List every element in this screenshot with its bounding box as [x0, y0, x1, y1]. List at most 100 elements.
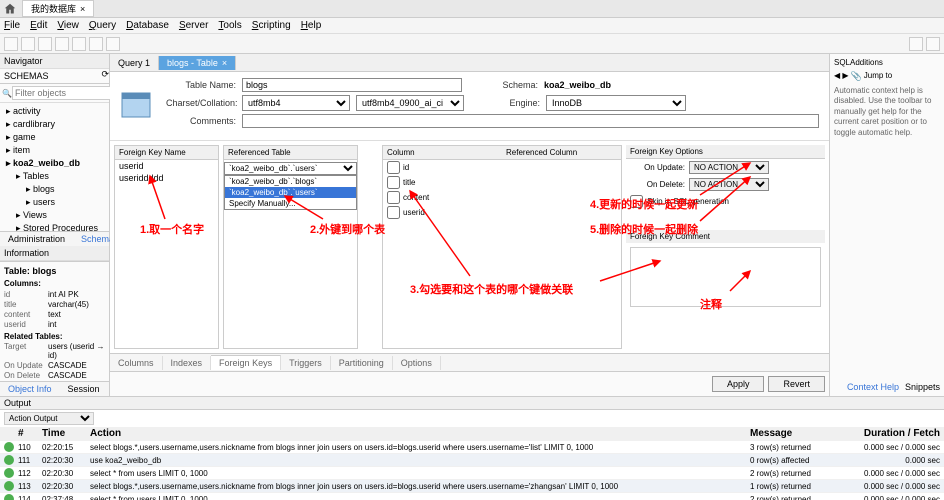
editor-area: Query 1 blogs - Table× Table Name: Schem…: [110, 54, 829, 396]
query-tabs: Query 1 blogs - Table×: [110, 54, 829, 72]
ref-table-select[interactable]: `koa2_weibo_db`.`users`: [224, 162, 357, 175]
home-icon[interactable]: [4, 3, 16, 15]
fk-col-row[interactable]: id: [383, 160, 621, 175]
fk-columns[interactable]: ColumnReferenced Column id title content…: [382, 145, 622, 349]
sql-additions-panel: SQLAdditions ◀ ▶📎Jump to Automatic conte…: [829, 54, 944, 396]
file-tab[interactable]: 我的数据库×: [22, 0, 94, 17]
menu-scripting[interactable]: Scripting: [252, 20, 291, 31]
button-row: Apply Revert: [110, 371, 829, 396]
ref-table-dropdown[interactable]: `koa2_weibo_db`.`blogs` `koa2_weibo_db`.…: [224, 175, 357, 210]
menu-help[interactable]: Help: [301, 20, 322, 31]
skip-sql-checkbox[interactable]: [630, 195, 643, 208]
fk-comment-input[interactable]: [630, 247, 821, 307]
on-delete-select[interactable]: NO ACTION: [689, 178, 769, 191]
tree-item[interactable]: ▸ Views: [2, 209, 107, 222]
menu-query[interactable]: Query: [89, 20, 116, 31]
navigator-header: Navigator: [0, 54, 109, 69]
charset-select[interactable]: utf8mb4: [242, 95, 350, 111]
fk-col-row[interactable]: content: [383, 190, 621, 205]
help-text: Automatic context help is disabled. Use …: [834, 86, 940, 138]
comments-input[interactable]: [242, 114, 819, 128]
subtab-foreign-keys[interactable]: Foreign Keys: [211, 355, 281, 370]
close-icon[interactable]: ×: [222, 58, 227, 68]
menubar: File Edit View Query Database Server Tools Scri…: [0, 18, 944, 34]
tree-item[interactable]: ▸ koa2_weibo_db: [2, 157, 107, 170]
success-icon: [4, 468, 14, 478]
title-bar: 我的数据库×: [0, 0, 944, 18]
toolbar-button[interactable]: [72, 37, 86, 51]
toolbar: [0, 34, 944, 54]
subtab-options[interactable]: Options: [393, 356, 441, 370]
table-subtabs: ColumnsIndexesForeign KeysTriggersPartit…: [110, 353, 829, 371]
tree-item[interactable]: ▸ users: [2, 196, 107, 209]
schema-name: koa2_weibo_db: [544, 80, 611, 90]
toolbar-button[interactable]: [4, 37, 18, 51]
subtab-triggers[interactable]: Triggers: [281, 356, 331, 370]
success-icon: [4, 481, 14, 491]
info-tab[interactable]: Object Info: [0, 382, 60, 396]
menu-tools[interactable]: Tools: [218, 20, 241, 31]
navigator-panel: Navigator SCHEMAS⟳ 🔍 ▸ activity▸ cardlib…: [0, 54, 110, 396]
menu-edit[interactable]: Edit: [30, 20, 47, 31]
menu-view[interactable]: View: [57, 20, 79, 31]
menu-file[interactable]: File: [4, 20, 20, 31]
subtab-indexes[interactable]: Indexes: [163, 356, 212, 370]
toolbar-button[interactable]: [106, 37, 120, 51]
fk-name-column[interactable]: Foreign Key Name userid useriddddd: [114, 145, 219, 349]
success-icon: [4, 494, 14, 500]
schema-tree[interactable]: ▸ activity▸ cardlibrary▸ game▸ item▸ koa…: [0, 103, 109, 231]
nav-tab[interactable]: Administration: [0, 232, 73, 246]
snippets-tab[interactable]: Snippets: [905, 382, 940, 392]
output-panel: Output Action Output # Time Action Messa…: [0, 396, 944, 500]
engine-select[interactable]: InnoDB: [546, 95, 686, 111]
context-help-tab[interactable]: Context Help: [847, 382, 899, 392]
tree-item[interactable]: ▸ Tables: [2, 170, 107, 183]
fk-reftable-column[interactable]: Referenced Table `koa2_weibo_db`.`users`…: [223, 145, 358, 349]
tree-item[interactable]: ▸ game: [2, 131, 107, 144]
on-update-select[interactable]: NO ACTION: [689, 161, 769, 174]
fk-col-row[interactable]: title: [383, 175, 621, 190]
revert-button[interactable]: Revert: [768, 376, 825, 392]
output-row[interactable]: 11302:20:30select blogs.*,users.username…: [0, 480, 944, 493]
output-row[interactable]: 11002:20:15select blogs.*,users.username…: [0, 441, 944, 454]
toolbar-button[interactable]: [909, 37, 923, 51]
subtab-columns[interactable]: Columns: [110, 356, 163, 370]
schemas-tab[interactable]: SCHEMAS: [0, 69, 53, 83]
close-icon[interactable]: ×: [80, 4, 85, 14]
toolbar-button[interactable]: [89, 37, 103, 51]
table-name-input[interactable]: [242, 78, 462, 92]
jump-to[interactable]: Jump to: [864, 71, 892, 82]
output-row[interactable]: 11202:20:30select * from users LIMIT 0, …: [0, 467, 944, 480]
tree-item[interactable]: ▸ Stored Procedures: [2, 222, 107, 231]
toolbar-button[interactable]: [38, 37, 52, 51]
apply-button[interactable]: Apply: [712, 376, 765, 392]
info-panel: Table: blogs Columns: idint AI PKtitleva…: [0, 261, 109, 381]
success-icon: [4, 455, 14, 465]
tree-item[interactable]: ▸ item: [2, 144, 107, 157]
fk-col-row[interactable]: userid: [383, 205, 621, 220]
table-title: Table: blogs: [4, 266, 105, 276]
toolbar-button[interactable]: [926, 37, 940, 51]
info-tab[interactable]: Session: [60, 382, 108, 396]
table-form: Table Name: Schema: koa2_weibo_db Charse…: [110, 72, 829, 141]
toolbar-button[interactable]: [55, 37, 69, 51]
output-selector[interactable]: Action Output: [4, 412, 94, 425]
subtab-partitioning[interactable]: Partitioning: [331, 356, 393, 370]
toolbar-button[interactable]: [21, 37, 35, 51]
info-header: Information: [0, 246, 109, 261]
success-icon: [4, 442, 14, 452]
menu-server[interactable]: Server: [179, 20, 208, 31]
fk-options: Foreign Key Options On Update:NO ACTION …: [626, 145, 825, 349]
output-row[interactable]: 11102:20:30use koa2_weibo_db0 row(s) aff…: [0, 454, 944, 467]
output-row[interactable]: 11402:37:48select * from users LIMIT 0, …: [0, 493, 944, 500]
tree-item[interactable]: ▸ cardlibrary: [2, 118, 107, 131]
refresh-icon[interactable]: ⟳: [101, 69, 109, 83]
table-icon: [120, 91, 152, 119]
tree-item[interactable]: ▸ blogs: [2, 183, 107, 196]
query-tab[interactable]: Query 1: [110, 56, 159, 70]
foreign-key-editor: Foreign Key Name userid useriddddd Refer…: [110, 141, 829, 353]
tree-item[interactable]: ▸ activity: [2, 105, 107, 118]
collation-select[interactable]: utf8mb4_0900_ai_ci: [356, 95, 464, 111]
menu-database[interactable]: Database: [126, 20, 169, 31]
table-tab[interactable]: blogs - Table×: [159, 56, 236, 70]
